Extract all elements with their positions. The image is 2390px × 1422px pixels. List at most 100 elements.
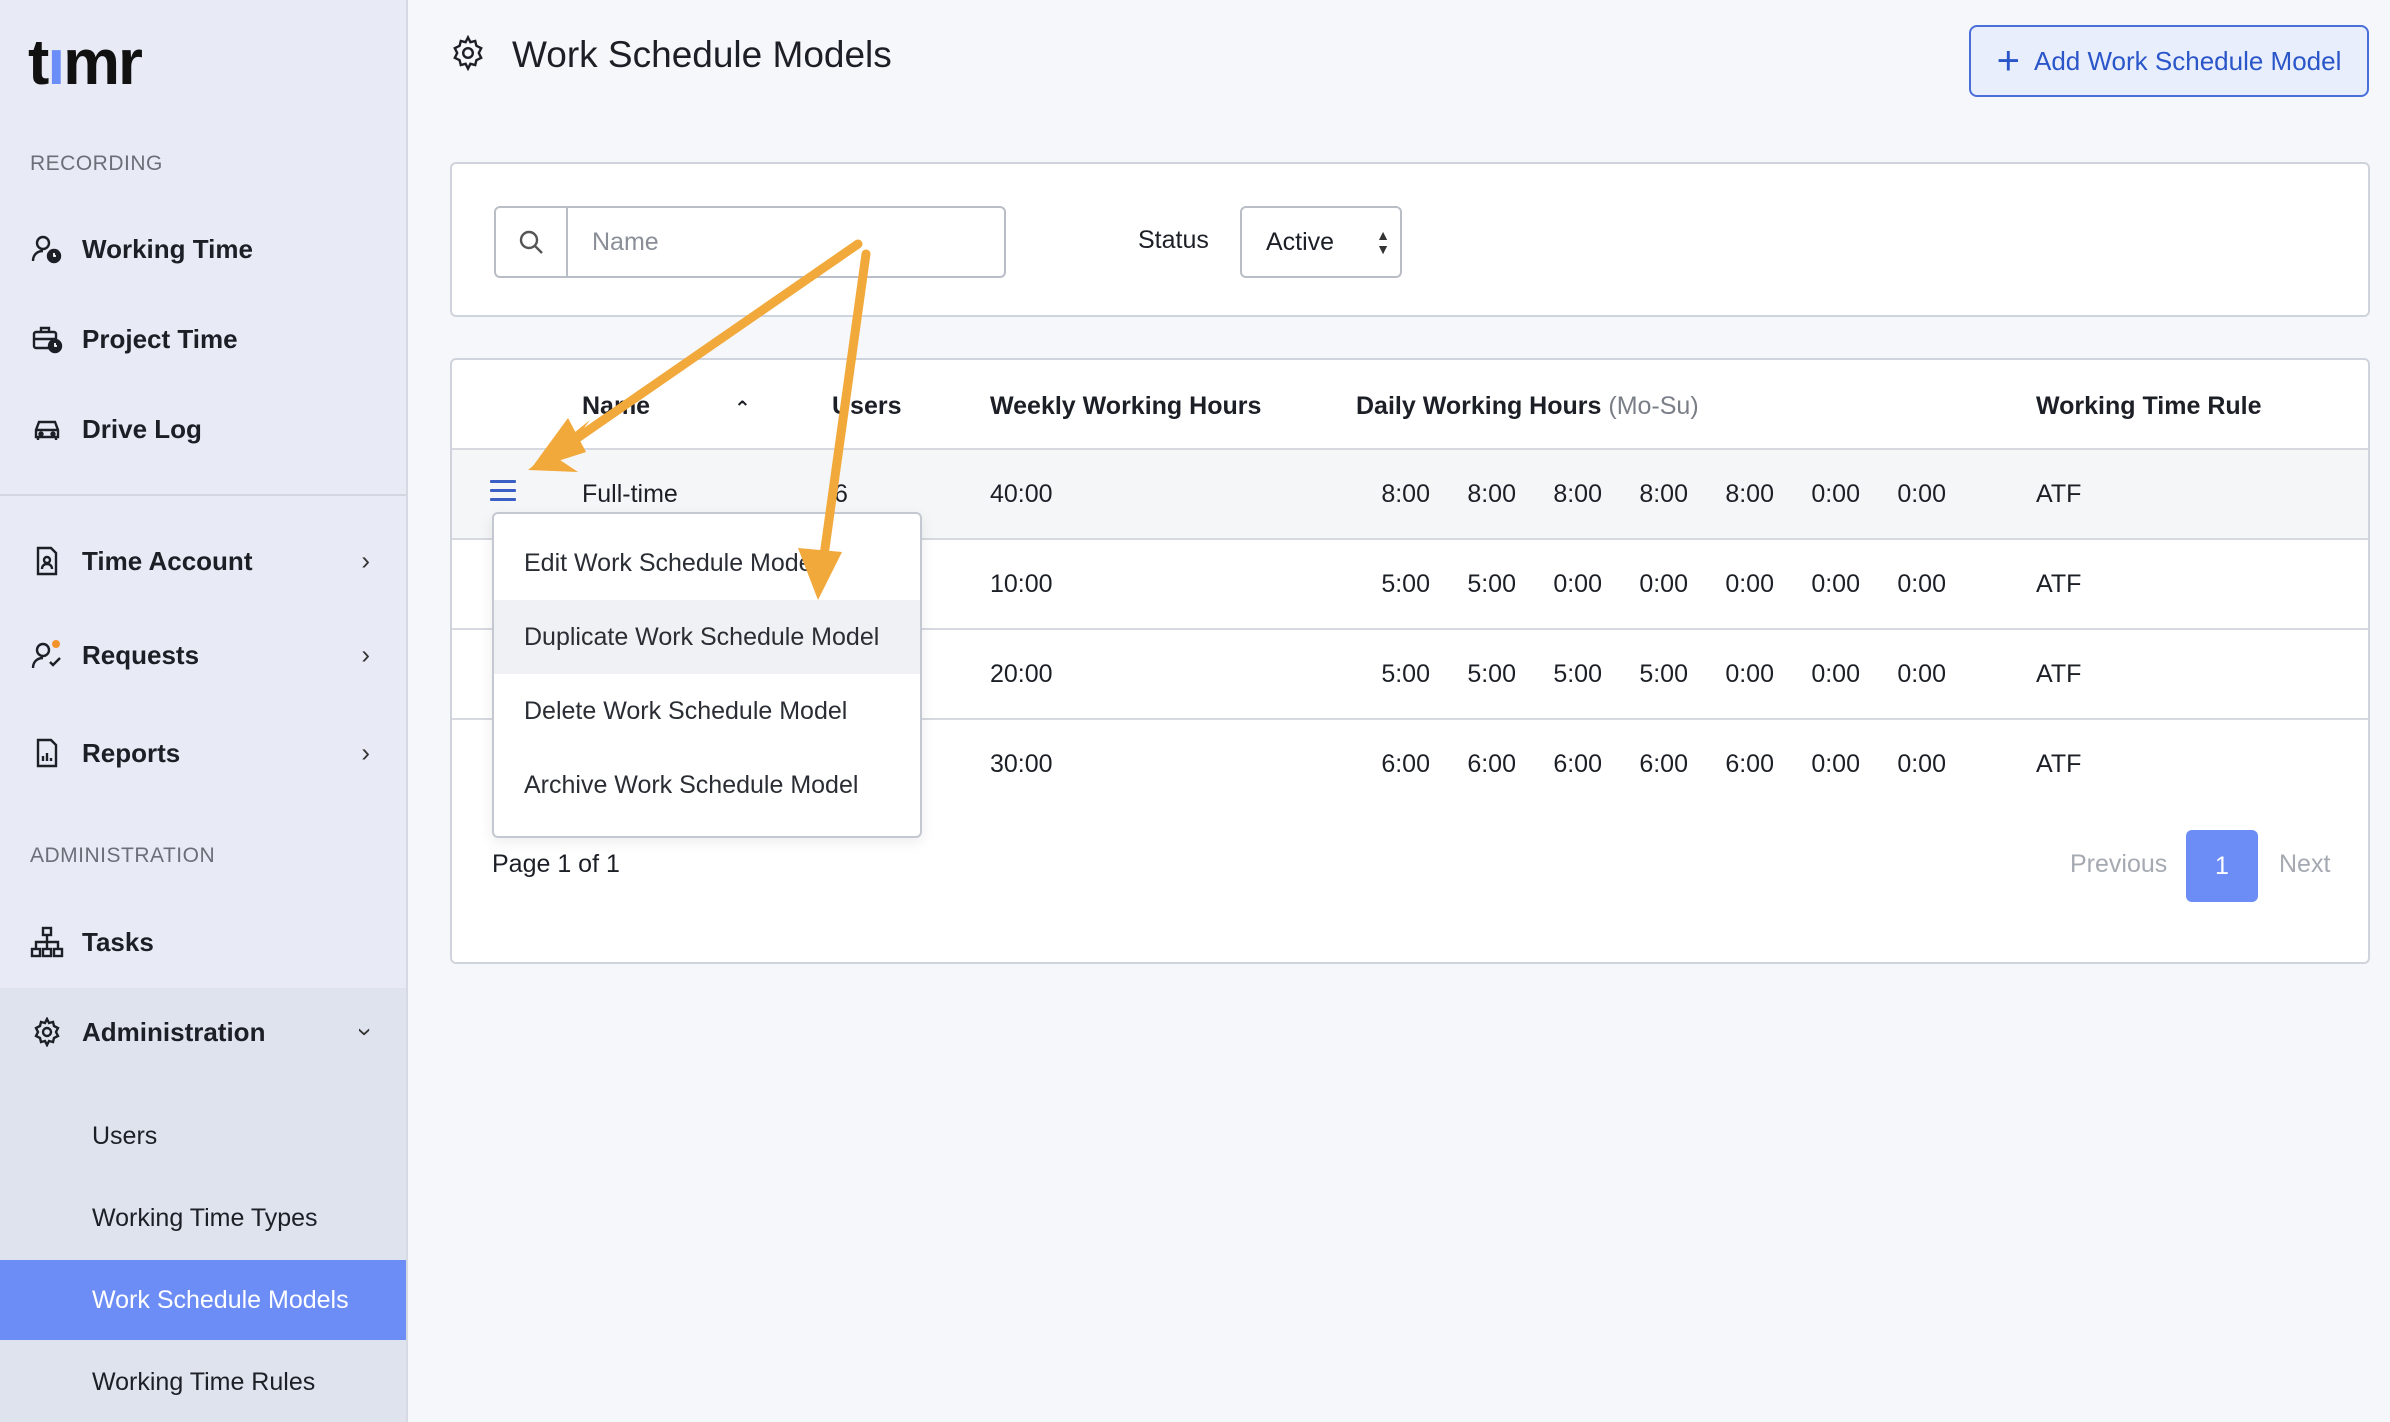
row-menu-icon[interactable] — [490, 480, 516, 504]
column-header-working-time-rule: Working Time Rule — [2036, 392, 2262, 420]
sidebar-item-label: Drive Log — [82, 413, 202, 444]
cell-daily-hours: 5:00 — [1467, 570, 1516, 598]
sidebar-subitem-working-time-rules[interactable]: Working Time Rules — [0, 1342, 406, 1422]
cell-daily-hours: 0:00 — [1811, 660, 1860, 688]
briefcase-clock-icon — [30, 322, 64, 356]
cell-working-time-rule: ATF — [2036, 480, 2082, 508]
cell-daily-hours: 5:00 — [1381, 660, 1430, 688]
cell-daily-hours: 8:00 — [1639, 480, 1688, 508]
chevron-right-icon: › — [361, 737, 370, 768]
file-user-icon — [30, 544, 64, 578]
pagination-next[interactable]: Next — [2279, 850, 2330, 879]
sidebar-item-label: Reports — [82, 737, 181, 768]
cell-daily-hours: 8:00 — [1467, 480, 1516, 508]
cell-daily-hours: 5:00 — [1639, 660, 1688, 688]
sidebar-item-drive-log[interactable]: Drive Log — [0, 394, 406, 464]
menu-item-edit[interactable]: Edit Work Schedule Model — [494, 526, 920, 600]
sidebar-item-working-time[interactable]: Working Time — [0, 214, 406, 284]
sidebar-item-label: Working Time — [82, 233, 253, 264]
cell-daily-hours: 0:00 — [1897, 570, 1946, 598]
hierarchy-icon — [30, 925, 64, 959]
cell-daily-hours: 5:00 — [1553, 660, 1602, 688]
sidebar-subitem-work-schedule-models[interactable]: Work Schedule Models — [0, 1260, 406, 1340]
page-title: Work Schedule Models — [512, 34, 892, 75]
menu-item-archive[interactable]: Archive Work Schedule Model — [494, 748, 920, 822]
cell-daily-hours: 0:00 — [1811, 570, 1860, 598]
cell-daily-hours: 6:00 — [1725, 750, 1774, 778]
cell-working-time-rule: ATF — [2036, 750, 2082, 778]
sidebar-item-label: Time Account — [82, 545, 253, 576]
cell-daily-hours: 0:00 — [1725, 660, 1774, 688]
pagination-page-1[interactable]: 1 — [2186, 830, 2258, 902]
cell-daily-hours: 6:00 — [1553, 750, 1602, 778]
column-header-daily-hours: Daily Working Hours (Mo-Su) — [1356, 392, 1699, 420]
status-select[interactable]: Active ▲ ▼ — [1240, 206, 1402, 278]
cell-weekly-hours: 40:00 — [990, 480, 1053, 508]
sidebar-divider — [0, 494, 406, 496]
cell-name: Full-time — [582, 480, 678, 508]
filter-card: Status Active ▲▼ — [450, 162, 2370, 317]
cell-daily-hours: 6:00 — [1467, 750, 1516, 778]
menu-item-duplicate[interactable]: Duplicate Work Schedule Model — [494, 600, 920, 674]
cell-daily-hours: 0:00 — [1897, 750, 1946, 778]
timr-logo[interactable]: tımr — [28, 30, 143, 94]
cell-working-time-rule: ATF — [2036, 570, 2082, 598]
gear-icon — [450, 34, 486, 76]
chevron-right-icon: › — [361, 545, 370, 576]
sidebar-subitem-working-time-types[interactable]: Working Time Types — [0, 1178, 406, 1258]
search-icon[interactable] — [496, 208, 568, 276]
pagination-previous[interactable]: Previous — [2070, 850, 2167, 879]
column-header-users: Users — [832, 392, 902, 420]
add-button-label: Add Work Schedule Model — [2034, 45, 2342, 76]
sidebar-item-administration[interactable]: Administration › — [0, 997, 406, 1067]
cell-daily-hours: 5:00 — [1381, 570, 1430, 598]
cell-users: 6 — [834, 480, 848, 508]
sidebar-item-time-account[interactable]: Time Account › — [0, 526, 406, 596]
sidebar-item-tasks[interactable]: Tasks — [0, 907, 406, 977]
status-select-value: Active — [1266, 227, 1335, 256]
row-context-menu: Edit Work Schedule Model Duplicate Work … — [492, 512, 922, 838]
cell-daily-hours: 0:00 — [1897, 480, 1946, 508]
cell-weekly-hours: 30:00 — [990, 750, 1053, 778]
cell-daily-hours: 0:00 — [1553, 570, 1602, 598]
user-clock-icon — [30, 232, 64, 266]
section-label-recording: RECORDING — [30, 152, 163, 175]
section-label-administration: ADMINISTRATION — [30, 844, 216, 867]
cell-daily-hours: 6:00 — [1381, 750, 1430, 778]
page-header: Work Schedule Models — [450, 34, 892, 76]
cell-daily-hours: 8:00 — [1553, 480, 1602, 508]
cell-daily-hours: 8:00 — [1381, 480, 1430, 508]
cell-daily-hours: 0:00 — [1639, 570, 1688, 598]
sidebar-subitem-users[interactable]: Users — [0, 1096, 406, 1176]
cell-daily-hours: 8:00 — [1725, 480, 1774, 508]
cell-daily-hours: 6:00 — [1639, 750, 1688, 778]
car-icon — [30, 412, 64, 446]
plus-icon: + — [1996, 39, 2020, 83]
chevron-right-icon: › — [361, 639, 370, 670]
pagination-info: Page 1 of 1 — [492, 850, 620, 878]
sidebar-item-reports[interactable]: Reports › — [0, 718, 406, 788]
select-arrows-icon: ▲ ▼ — [1376, 227, 1390, 257]
cell-weekly-hours: 20:00 — [990, 660, 1053, 688]
add-work-schedule-model-button[interactable]: + Add Work Schedule Model — [1969, 25, 2369, 97]
search-input[interactable] — [568, 208, 1004, 276]
cell-daily-hours: 0:00 — [1811, 480, 1860, 508]
cell-daily-hours: 0:00 — [1725, 570, 1774, 598]
sidebar-item-requests[interactable]: Requests › — [0, 620, 406, 690]
menu-item-delete[interactable]: Delete Work Schedule Model — [494, 674, 920, 748]
sidebar-item-label: Administration — [82, 1016, 266, 1047]
report-icon — [30, 736, 64, 770]
column-header-name[interactable]: Name — [582, 392, 650, 421]
cell-daily-hours: 0:00 — [1811, 750, 1860, 778]
user-check-icon — [30, 638, 64, 672]
status-label: Status — [1138, 226, 1209, 254]
sidebar-item-project-time[interactable]: Project Time — [0, 304, 406, 374]
chevron-down-icon: › — [351, 1027, 382, 1037]
sidebar-item-label: Requests — [82, 639, 200, 670]
sort-ascending-icon[interactable]: ⌃ — [734, 396, 751, 421]
sidebar: tımr RECORDING Working Time Project Time… — [0, 0, 408, 1422]
sidebar-item-label: Tasks — [82, 926, 154, 957]
column-header-weekly-hours: Weekly Working Hours — [990, 392, 1262, 420]
cell-working-time-rule: ATF — [2036, 660, 2082, 688]
sidebar-item-label: Project Time — [82, 323, 238, 354]
